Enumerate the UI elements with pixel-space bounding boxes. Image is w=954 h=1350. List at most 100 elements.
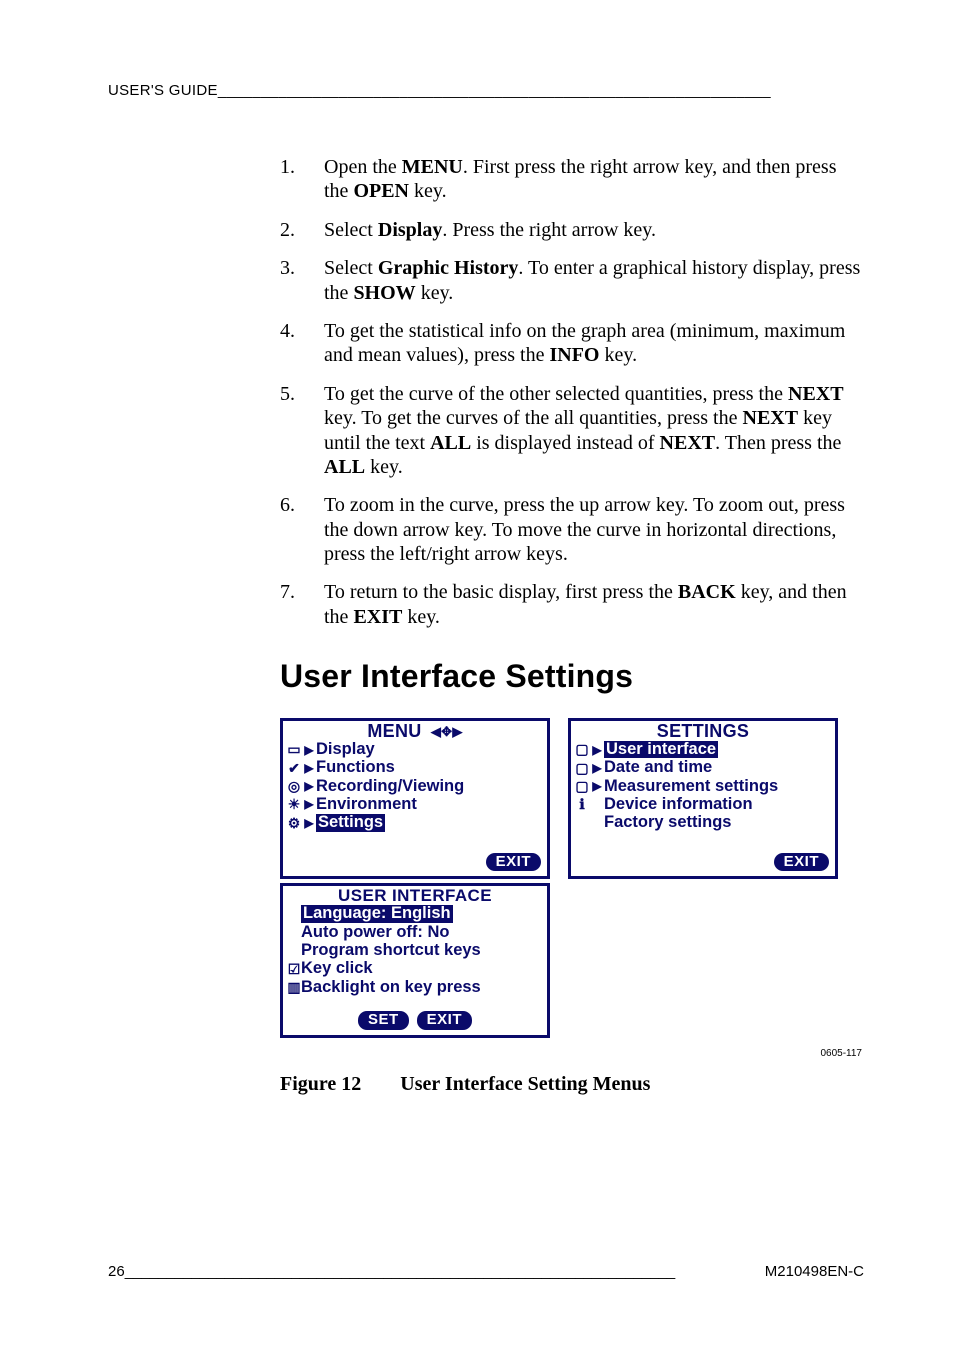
step-item: 3.Select Graphic History. To enter a gra… [280,256,864,305]
text: key. [402,606,440,628]
step-number: 3. [280,256,324,305]
menu-item[interactable]: ◎▶Recording/Viewing [285,778,543,796]
step-number: 1. [280,155,324,204]
text: To zoom in the curve, press the up arrow… [324,494,845,565]
arrow-icon: ▶ [591,780,603,793]
exit-softkey[interactable]: EXIT [486,853,541,872]
lcd-title-text: USER INTERFACE [338,886,492,905]
step-item: 4.To get the statistical info on the gra… [280,319,864,368]
☀-icon: ☀ [285,797,303,812]
⚙-icon: ⚙ [285,816,303,831]
step-text: To return to the basic display, first pr… [324,580,864,629]
menu-item[interactable]: ▥Backlight on key press [287,979,543,997]
content: 1.Open the MENU. First press the right a… [280,155,864,1096]
section-heading: User Interface Settings [280,657,864,696]
figure-label: Figure 12 [280,1073,361,1095]
menu-item[interactable]: ℹ▶Device information [573,796,831,814]
running-header: USER'S GUIDE____________________________… [108,82,864,99]
step-number: 6. [280,493,324,566]
bold-text: ALL [430,432,471,454]
set-softkey[interactable]: SET [358,1011,409,1030]
lcd-title: USER INTERFACE [283,886,547,905]
text: Select [324,219,378,241]
step-item: 1.Open the MENU. First press the right a… [280,155,864,204]
softkey-row: EXIT [571,849,835,877]
menu-item-label: Measurement settings [604,778,778,795]
step-item: 7.To return to the basic display, first … [280,580,864,629]
lcd-user-interface: USER INTERFACE Language: English Auto pow… [280,883,550,1037]
footer-rule: ________________________________________… [125,1263,765,1280]
step-item: 6.To zoom in the curve, press the up arr… [280,493,864,566]
menu-item[interactable]: ▢▶Measurement settings [573,778,831,796]
arrow-icon: ▶ [591,762,603,775]
menu-item[interactable]: Auto power off: No [287,924,543,942]
menu-item-label: Key click [301,960,373,977]
bold-text: SHOW [353,282,415,304]
ordered-steps: 1.Open the MENU. First press the right a… [280,155,864,629]
lcd-body: ▢▶User interface▢▶Date and time▢▶Measure… [571,741,835,833]
step-item: 5.To get the curve of the other selected… [280,382,864,480]
✔-icon: ✔ [285,761,303,776]
arrow-icon: ▶ [591,744,603,757]
bold-text: ALL [324,456,365,478]
text: Open the [324,156,402,178]
bold-text: BACK [678,581,736,603]
menu-item-label: Functions [316,759,395,776]
figure-title: User Interface Setting Menus [400,1073,650,1095]
menu-item[interactable]: ▢▶User interface [573,741,831,759]
▢-icon: ▢ [573,742,591,757]
menu-item[interactable]: ▭▶Display [285,741,543,759]
softkey-row: SET EXIT [283,1007,547,1035]
exit-softkey[interactable]: EXIT [774,853,829,872]
lcd-settings: SETTINGS ▢▶User interface▢▶Date and time… [568,718,838,879]
exit-softkey[interactable]: EXIT [417,1011,472,1030]
text: is displayed instead of [471,432,659,454]
menu-item-label: Date and time [604,759,712,776]
lcd-title: MENU ◀✥▶ [283,721,547,741]
menu-item[interactable]: ☑Key click [287,960,543,978]
softkey-row: EXIT [283,849,547,877]
bold-text: MENU [402,156,463,178]
text: To return to the basic display, first pr… [324,581,678,603]
menu-item[interactable]: ☀▶Environment [285,796,543,814]
menu-item-label: Environment [316,796,417,813]
lcd-title: SETTINGS [571,721,835,741]
▭-icon: ▭ [285,742,303,757]
menu-item[interactable]: Language: English [287,905,543,923]
bold-text: NEXT [660,432,716,454]
menu-item[interactable]: ▶Factory settings [573,814,831,832]
image-code: 0605-117 [280,1048,862,1060]
menu-item-label: Backlight on key press [301,979,481,996]
menu-item-label: Language: English [301,905,453,922]
doc-code: M210498EN-C [765,1263,864,1280]
text: key. [409,180,447,202]
text: . Press the right arrow key. [442,219,656,241]
step-number: 2. [280,218,324,242]
menu-item[interactable]: ✔▶Functions [285,759,543,777]
menu-item-label: User interface [604,741,718,758]
▢-icon: ▢ [573,779,591,794]
text: key. [599,344,637,366]
step-text: Select Graphic History. To enter a graph… [324,256,864,305]
bold-text: Display [378,219,442,241]
arrow-icon: ▶ [303,780,315,793]
lcd-menu: MENU ◀✥▶ ▭▶Display✔▶Functions◎▶Recording… [280,718,550,879]
lcd-body: ▭▶Display✔▶Functions◎▶Recording/Viewing☀… [283,741,547,833]
page: USER'S GUIDE ____________________________… [0,0,954,1350]
step-text: To get the statistical info on the graph… [324,319,864,368]
header-title: USER'S GUIDE [108,82,218,99]
figure-caption: Figure 12 User Interface Setting Menus [280,1072,864,1096]
menu-item-label: Device information [604,796,753,813]
arrow-icon: ▶ [303,817,315,830]
▢-icon: ▢ [573,761,591,776]
menu-item[interactable]: ▢▶Date and time [573,759,831,777]
text: . Then press the [715,432,841,454]
menu-item[interactable]: ⚙▶Settings [285,814,543,832]
menu-item[interactable]: Program shortcut keys [287,942,543,960]
bold-text: EXIT [353,606,402,628]
ℹ-icon: ℹ [573,797,591,812]
step-number: 5. [280,382,324,480]
step-text: Open the MENU. First press the right arr… [324,155,864,204]
screens-row-1: MENU ◀✥▶ ▭▶Display✔▶Functions◎▶Recording… [280,718,864,879]
◎-icon: ◎ [285,779,303,794]
